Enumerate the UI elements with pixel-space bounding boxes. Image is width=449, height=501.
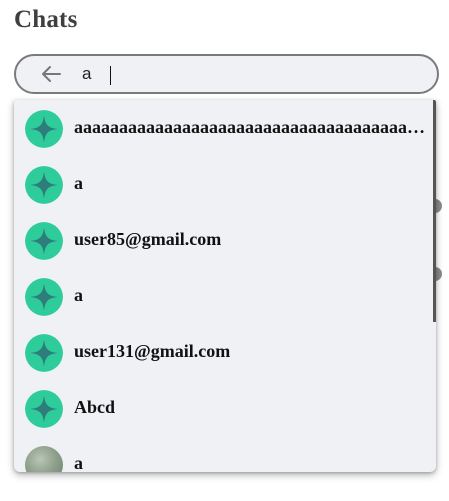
search-result-label: a [74,285,83,305]
search-result-label: Abcd [74,397,116,417]
search-bar[interactable] [14,54,439,94]
scrollbar[interactable] [433,100,436,322]
search-result-item[interactable]: Abcd [14,380,432,436]
back-arrow-icon[interactable] [40,64,62,84]
search-result-item[interactable]: user85@gmail.com [14,212,432,268]
search-result-label: a [74,173,83,193]
search-result-item[interactable]: a [14,436,432,472]
sparkle-avatar-icon [25,278,63,316]
search-result-item[interactable]: a [14,156,432,212]
sparkle-avatar-icon [25,110,63,148]
search-result-item[interactable]: user131@gmail.com [14,324,432,380]
sparkle-avatar-icon [25,166,63,204]
search-result-label: user131@gmail.com [74,341,231,361]
search-input[interactable] [82,62,412,86]
search-result-label: aaaaaaaaaaaaaaaaaaaaaaaaaaaaaaaaaaaaaaaa… [74,117,426,137]
page-title: Chats [14,6,78,33]
photo-avatar-icon [25,446,63,472]
search-results-dropdown[interactable]: aaaaaaaaaaaaaaaaaaaaaaaaaaaaaaaaaaaaaaa a… [14,100,436,472]
search-result-label: a [74,453,83,472]
search-result-label: user85@gmail.com [74,229,222,249]
sparkle-avatar-icon [25,222,63,260]
sparkle-avatar-icon [25,334,63,372]
text-cursor [110,66,111,85]
search-result-item[interactable]: a [14,268,432,324]
search-result-item[interactable]: aaaaaaaaaaaaaaaaaaaaaaaaaaaaaaaaaaaaaaaa… [14,100,432,156]
sparkle-avatar-icon [25,390,63,428]
